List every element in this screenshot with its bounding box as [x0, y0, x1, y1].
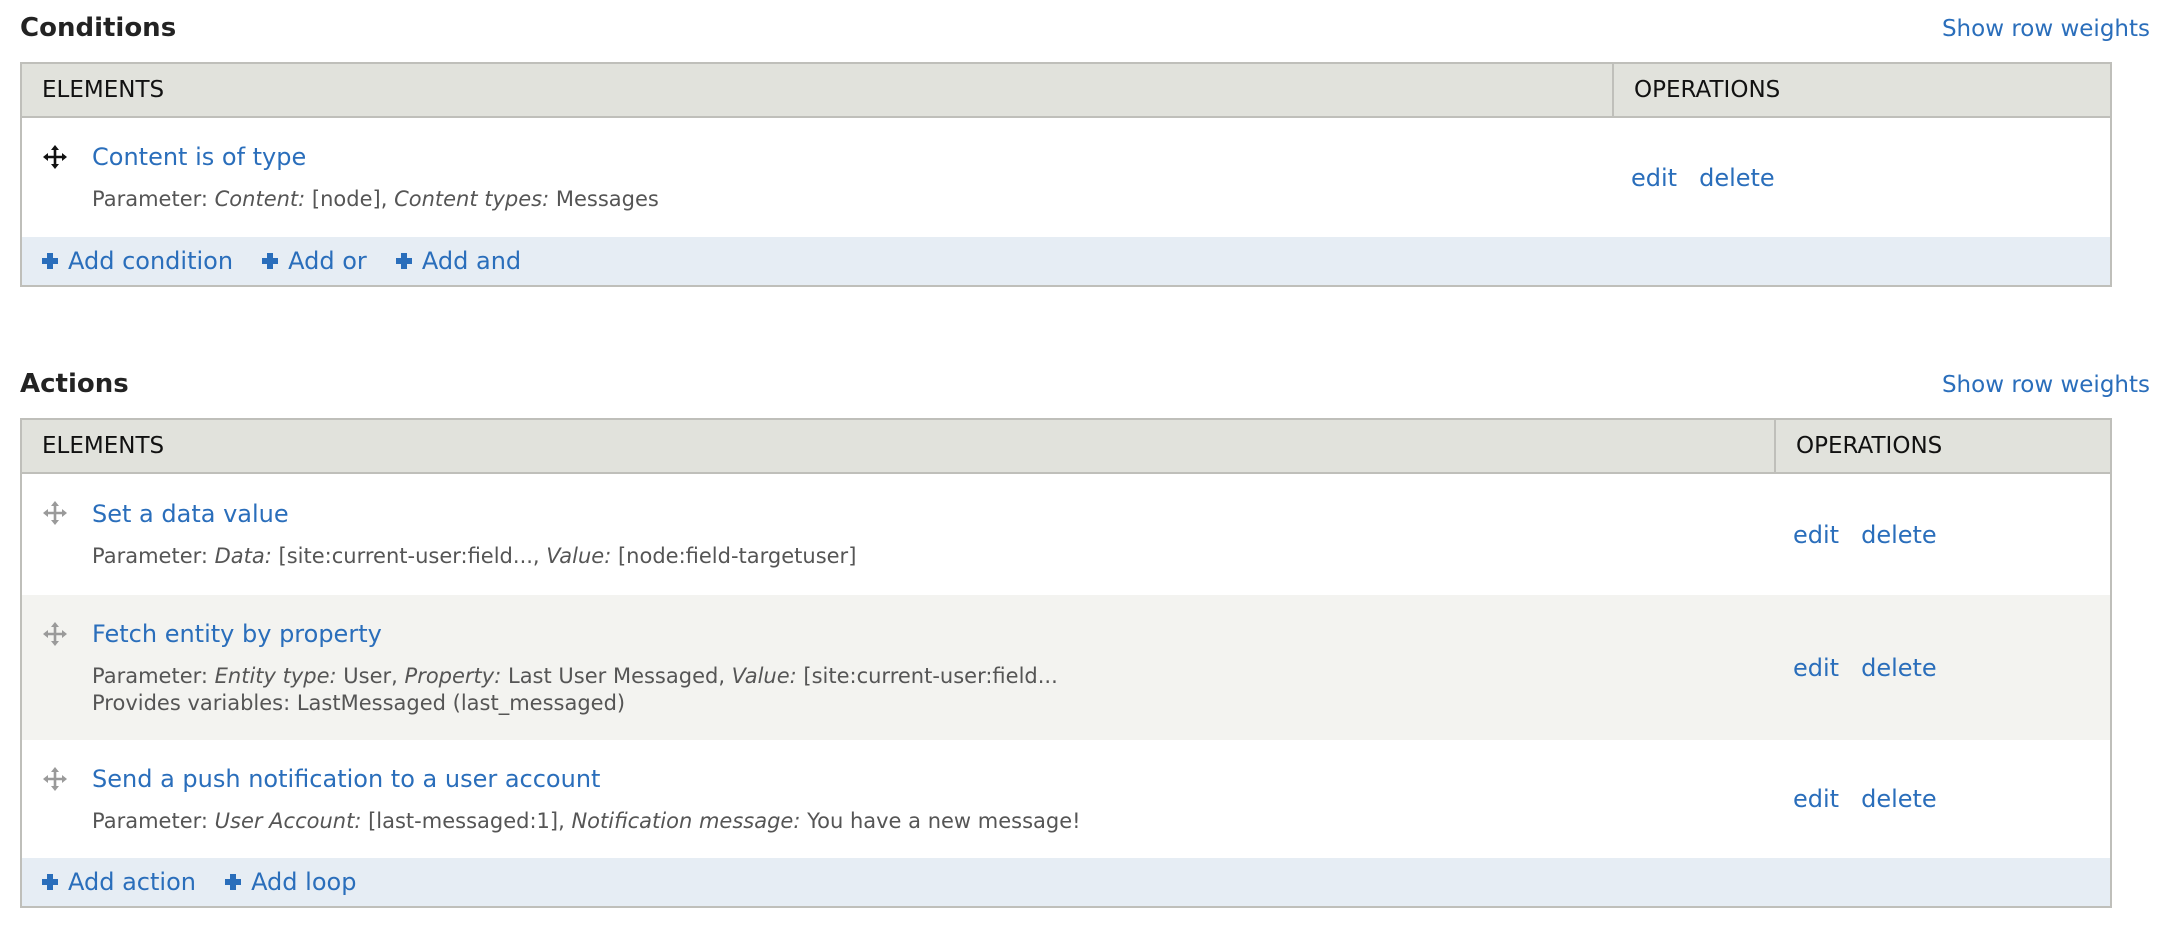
parameter-key: Value:	[546, 544, 612, 568]
add-and-link[interactable]: Add and	[395, 247, 522, 275]
delete-link[interactable]: delete	[1861, 785, 1937, 813]
add-or-link[interactable]: Add or	[262, 247, 367, 275]
parameter-value: You have a new message!	[800, 808, 1081, 833]
operations-cell: edit delete	[1775, 473, 2111, 595]
add-links-row: Add condition Add or Add and	[21, 237, 2111, 286]
plus-icon	[262, 253, 279, 269]
description-prefix: Parameter:	[92, 808, 215, 833]
element-description: Parameter: Entity type: User, Property: …	[92, 663, 1775, 717]
element-cell: Content is of type Parameter: Content: […	[21, 117, 1613, 237]
plus-icon	[225, 874, 242, 890]
edit-link[interactable]: edit	[1793, 785, 1839, 813]
actions-table: ELEMENTS OPERATIONS Set a data value Par…	[20, 418, 2112, 908]
element-cell: Send a push notification to a user accou…	[21, 740, 1775, 858]
parameter-key: Value:	[731, 663, 797, 688]
conditions-show-row-weights-link[interactable]: Show row weights	[1942, 14, 2150, 44]
element-cell: Set a data value Parameter: Data: [site:…	[21, 473, 1775, 595]
actions-header: Actions Show row weights	[20, 368, 2150, 408]
add-action-label: Add action	[68, 868, 196, 896]
provides-variables: Provides variables: LastMessaged (last_m…	[92, 690, 626, 715]
description-prefix: Parameter:	[92, 663, 215, 688]
plus-icon	[42, 253, 58, 269]
parameter-key: Notification message:	[571, 808, 801, 833]
element-description: Parameter: Data: [site:current-user:fiel…	[92, 543, 1775, 570]
drag-handle-icon[interactable]	[40, 142, 70, 172]
add-action-link[interactable]: Add action	[42, 868, 196, 896]
actions-section: Actions Show row weights ELEMENTS OPERAT…	[20, 368, 2150, 908]
conditions-section: Conditions Show row weights ELEMENTS OPE…	[20, 12, 2150, 287]
table-row: Content is of type Parameter: Content: […	[21, 117, 2111, 237]
operations-cell: edit delete	[1775, 595, 2111, 740]
parameter-key: Entity type:	[214, 663, 337, 688]
edit-link[interactable]: edit	[1793, 654, 1839, 682]
edit-link[interactable]: edit	[1631, 164, 1677, 192]
conditions-header: Conditions Show row weights	[20, 12, 2150, 52]
actions-show-row-weights-link[interactable]: Show row weights	[1942, 370, 2150, 400]
drag-handle-icon[interactable]	[40, 498, 70, 528]
element-description: Parameter: Content: [node], Content type…	[92, 186, 1613, 213]
delete-link[interactable]: delete	[1861, 654, 1937, 682]
drag-handle-icon[interactable]	[40, 764, 70, 794]
parameter-value: Messages	[549, 187, 659, 211]
plus-icon	[42, 874, 58, 890]
element-link[interactable]: Send a push notification to a user accou…	[92, 764, 600, 794]
parameter-value: [last-messaged:1],	[361, 808, 572, 833]
element-cell: Fetch entity by property Parameter: Enti…	[21, 595, 1775, 740]
parameter-value: User,	[336, 663, 405, 688]
parameter-key: Property:	[404, 663, 502, 688]
parameter-value: [node:field-targetuser]	[611, 544, 857, 568]
add-links-row: Add action Add loop	[21, 858, 2111, 907]
add-loop-label: Add loop	[251, 868, 357, 896]
parameter-value: [node],	[305, 187, 395, 211]
element-description: Parameter: User Account: [last-messaged:…	[92, 808, 1775, 835]
operations-cell: edit delete	[1775, 740, 2111, 858]
add-links-cell: Add action Add loop	[21, 858, 2111, 907]
add-or-label: Add or	[288, 247, 367, 275]
element-link[interactable]: Fetch entity by property	[92, 619, 382, 649]
operations-column-header: OPERATIONS	[1612, 63, 2111, 118]
parameter-key: Content types:	[394, 187, 550, 211]
edit-link[interactable]: edit	[1793, 521, 1839, 549]
element-link[interactable]: Set a data value	[92, 499, 289, 529]
parameter-key: Content:	[214, 187, 306, 211]
parameter-value: Last User Messaged,	[501, 663, 732, 688]
add-loop-link[interactable]: Add loop	[225, 868, 356, 896]
add-links-cell: Add condition Add or Add and	[21, 237, 2111, 286]
description-prefix: Parameter:	[92, 544, 215, 568]
add-condition-label: Add condition	[68, 247, 234, 275]
conditions-table: ELEMENTS OPERATIONS Content is of type P…	[20, 62, 2112, 287]
add-and-label: Add and	[421, 247, 522, 275]
elements-column-header: ELEMENTS	[21, 63, 1613, 118]
delete-link[interactable]: delete	[1699, 164, 1775, 192]
parameter-key: User Account:	[214, 808, 362, 833]
delete-link[interactable]: delete	[1861, 521, 1937, 549]
operations-column-header: OPERATIONS	[1774, 419, 2111, 474]
plus-icon	[395, 253, 412, 269]
parameter-key: Data:	[214, 544, 272, 568]
table-row: Set a data value Parameter: Data: [site:…	[21, 473, 2111, 595]
element-link[interactable]: Content is of type	[92, 142, 306, 172]
actions-title: Actions	[20, 369, 129, 399]
table-row: Fetch entity by property Parameter: Enti…	[21, 595, 2111, 740]
add-condition-link[interactable]: Add condition	[42, 247, 233, 275]
elements-column-header: ELEMENTS	[21, 419, 1775, 474]
parameter-value: [site:current-user:field...,	[271, 544, 547, 568]
description-prefix: Parameter:	[92, 187, 215, 211]
conditions-title: Conditions	[20, 13, 177, 43]
operations-cell: edit delete	[1613, 117, 2111, 237]
drag-handle-icon[interactable]	[40, 619, 70, 649]
table-row: Send a push notification to a user accou…	[21, 740, 2111, 858]
parameter-value: [site:current-user:field...	[796, 663, 1058, 688]
